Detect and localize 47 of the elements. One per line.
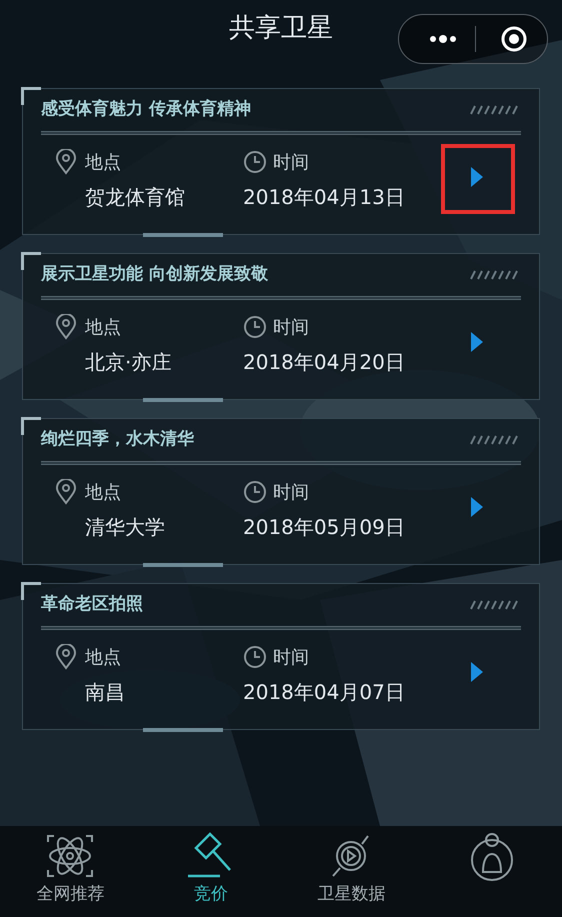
play-arrow-icon[interactable] — [471, 332, 483, 352]
capsule-menu[interactable] — [398, 14, 548, 64]
corner-bracket — [21, 582, 41, 600]
event-card[interactable]: 展示卫星功能 向创新发展致敬 地点 北京·亦庄 时间 2018年04月20日 — [22, 253, 540, 400]
event-title: 展示卫星功能 向创新发展致敬 — [41, 263, 268, 286]
event-date: 2018年05月09日 — [243, 514, 406, 540]
location-pin-icon — [55, 644, 77, 670]
place-name: 北京·亦庄 — [84, 348, 172, 376]
play-arrow-icon[interactable] — [471, 496, 483, 516]
clock-icon — [243, 645, 267, 669]
time-label: 时间 — [273, 646, 309, 670]
event-card[interactable]: 革命老区拍照 地点 南昌 时间 2018年04月07日 — [22, 583, 540, 730]
place-label: 地点 — [85, 316, 121, 340]
place-name: 贺龙体育馆 — [84, 184, 186, 210]
play-arrow-icon[interactable] — [471, 662, 483, 682]
play-arrow-icon[interactable] — [471, 166, 483, 186]
corner-bracket — [21, 417, 41, 435]
event-date: 2018年04月07日 — [243, 678, 406, 706]
more-icon[interactable] — [429, 34, 457, 44]
time-label: 时间 — [273, 480, 309, 504]
place-label: 地点 — [85, 646, 121, 670]
place-label: 地点 — [85, 480, 121, 504]
close-icon[interactable] — [500, 25, 528, 53]
place-name: 清华大学 — [84, 514, 166, 540]
event-title: 感受体育魅力 传承体育精神 — [41, 98, 251, 121]
corner-bracket — [21, 252, 41, 270]
clock-icon — [243, 480, 267, 504]
location-pin-icon — [55, 149, 77, 175]
page-title: 共享卫星 — [229, 12, 333, 44]
location-pin-icon — [55, 314, 77, 340]
tab[interactable]: 全网推荐 — [0, 826, 140, 917]
corner-bracket — [21, 87, 41, 105]
tab[interactable]: 竞价 — [140, 826, 281, 917]
time-label: 时间 — [273, 316, 309, 340]
location-pin-icon — [55, 479, 77, 505]
place-label: 地点 — [85, 150, 121, 174]
place-name: 南昌 — [84, 678, 126, 706]
clock-icon — [243, 315, 267, 339]
event-card[interactable]: 绚烂四季，水木清华 地点 清华大学 时间 2018年05月09日 — [22, 418, 540, 565]
clock-icon — [243, 150, 267, 174]
event-card[interactable]: 感受体育魅力 传承体育精神 地点 贺龙体育馆 时间 2018年04月13日 — [22, 88, 540, 235]
event-title: 绚烂四季，水木清华 — [41, 428, 194, 451]
time-label: 时间 — [273, 150, 309, 174]
tab[interactable]: 卫星数据 — [281, 826, 422, 917]
event-title: 革命老区拍照 — [41, 593, 143, 616]
event-date: 2018年04月20日 — [243, 348, 406, 376]
event-date: 2018年04月13日 — [243, 184, 406, 210]
